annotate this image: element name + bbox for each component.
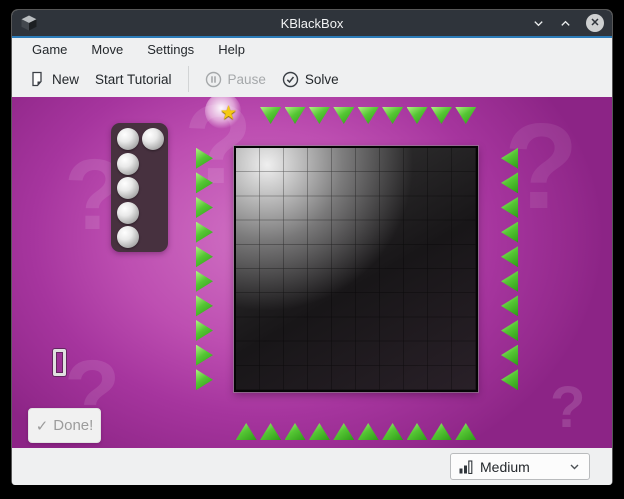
laser-arrow-left-5[interactable] (196, 270, 213, 292)
laser-arrow-bottom-9[interactable] (455, 423, 477, 440)
laser-arrow-left-4[interactable] (196, 246, 213, 268)
difficulty-value: Medium (480, 458, 530, 475)
laser-arrow-top-7[interactable] (406, 107, 428, 124)
laser-arrow-right-9[interactable] (501, 369, 518, 391)
laser-arrow-left-9[interactable] (196, 369, 213, 391)
difficulty-bars-icon (459, 459, 473, 474)
new-document-icon (32, 71, 42, 87)
laser-arrow-bottom-6[interactable] (382, 423, 404, 440)
laser-arrow-left-7[interactable] (196, 320, 213, 341)
menu-game[interactable]: Game (22, 40, 77, 59)
tray-ball-2[interactable] (117, 152, 139, 175)
laser-arrow-top-2[interactable] (284, 107, 306, 124)
laser-arrow-bottom-0[interactable] (235, 423, 257, 440)
laser-arrow-left-0[interactable] (196, 147, 213, 169)
ball-tray (111, 123, 168, 252)
tray-ball-1[interactable] (142, 128, 164, 150)
tray-ball-5[interactable] (117, 226, 139, 248)
tray-ball-3[interactable] (117, 177, 139, 199)
laser-arrow-left-1[interactable] (196, 172, 213, 194)
laser-hit-star-icon: ★ (220, 103, 238, 124)
laser-arrow-bottom-5[interactable] (357, 423, 379, 440)
laser-arrow-top-5[interactable] (357, 107, 379, 124)
new-button[interactable]: New (22, 66, 87, 92)
pause-button-label: Pause (227, 71, 266, 87)
laser-arrow-left-6[interactable] (196, 295, 213, 317)
laser-arrow-right-2[interactable] (501, 197, 518, 218)
minimize-icon[interactable] (532, 17, 545, 30)
start-tutorial-button[interactable]: Start Tutorial (87, 67, 180, 92)
toolbar: New Start Tutorial Pause Solve (12, 61, 612, 97)
done-button[interactable]: ✓ Done! (28, 408, 101, 443)
maximize-icon[interactable] (559, 17, 572, 30)
new-button-label: New (52, 71, 80, 87)
pause-icon (205, 71, 221, 87)
tray-ball-4[interactable] (117, 201, 139, 224)
laser-arrow-right-6[interactable] (501, 295, 518, 317)
done-check-icon: ✓ (35, 417, 49, 435)
titlebar[interactable]: KBlackBox ✕ (12, 10, 612, 36)
black-box-board[interactable] (234, 146, 478, 392)
score-display (53, 349, 66, 376)
laser-arrow-right-4[interactable] (501, 246, 518, 268)
laser-arrow-right-8[interactable] (501, 344, 518, 366)
laser-arrow-right-3[interactable] (501, 221, 518, 243)
question-mark-watermark-4: ? (550, 375, 586, 440)
solve-button-label: Solve (304, 71, 339, 87)
laser-arrow-top-8[interactable] (430, 107, 452, 124)
laser-arrow-top-3[interactable] (308, 107, 330, 124)
laser-arrow-top-1[interactable] (260, 107, 282, 124)
solve-button[interactable]: Solve (274, 66, 347, 93)
laser-arrow-bottom-8[interactable] (430, 423, 452, 440)
chevron-down-icon (570, 464, 579, 470)
laser-arrow-top-6[interactable] (382, 107, 404, 124)
done-button-label: Done! (53, 417, 94, 434)
toolbar-separator (187, 66, 189, 92)
laser-arrow-bottom-1[interactable] (260, 423, 282, 440)
close-icon[interactable]: ✕ (586, 14, 604, 32)
solve-check-icon (282, 71, 299, 87)
menu-settings[interactable]: Settings (137, 40, 204, 59)
kblackbox-window: KBlackBox ✕ Game Move Settings Help New (12, 10, 612, 485)
game-area: ★ ✓ Done! ????? (12, 97, 612, 448)
laser-arrow-right-0[interactable] (501, 147, 518, 169)
laser-arrow-bottom-3[interactable] (308, 423, 330, 440)
laser-arrow-left-3[interactable] (196, 221, 213, 243)
laser-arrow-right-5[interactable] (501, 270, 518, 292)
laser-arrow-left-2[interactable] (196, 197, 213, 218)
laser-arrow-bottom-7[interactable] (406, 423, 428, 440)
menubar: Game Move Settings Help (12, 38, 612, 61)
tray-ball-0[interactable] (117, 128, 139, 150)
start-tutorial-label: Start Tutorial (95, 71, 172, 87)
statusbar: Medium (12, 448, 612, 485)
menu-help[interactable]: Help (208, 40, 255, 59)
laser-arrow-bottom-4[interactable] (333, 423, 355, 440)
laser-arrow-right-1[interactable] (501, 172, 518, 194)
laser-arrow-top-4[interactable] (333, 107, 355, 124)
laser-arrow-top-9[interactable] (455, 107, 477, 124)
menu-move[interactable]: Move (81, 40, 133, 59)
pause-button[interactable]: Pause (197, 66, 274, 93)
laser-arrow-bottom-2[interactable] (284, 423, 306, 440)
window-title: KBlackBox (280, 15, 344, 31)
difficulty-dropdown[interactable]: Medium (450, 453, 590, 480)
laser-arrow-right-7[interactable] (501, 320, 518, 341)
laser-arrow-left-8[interactable] (196, 344, 213, 366)
